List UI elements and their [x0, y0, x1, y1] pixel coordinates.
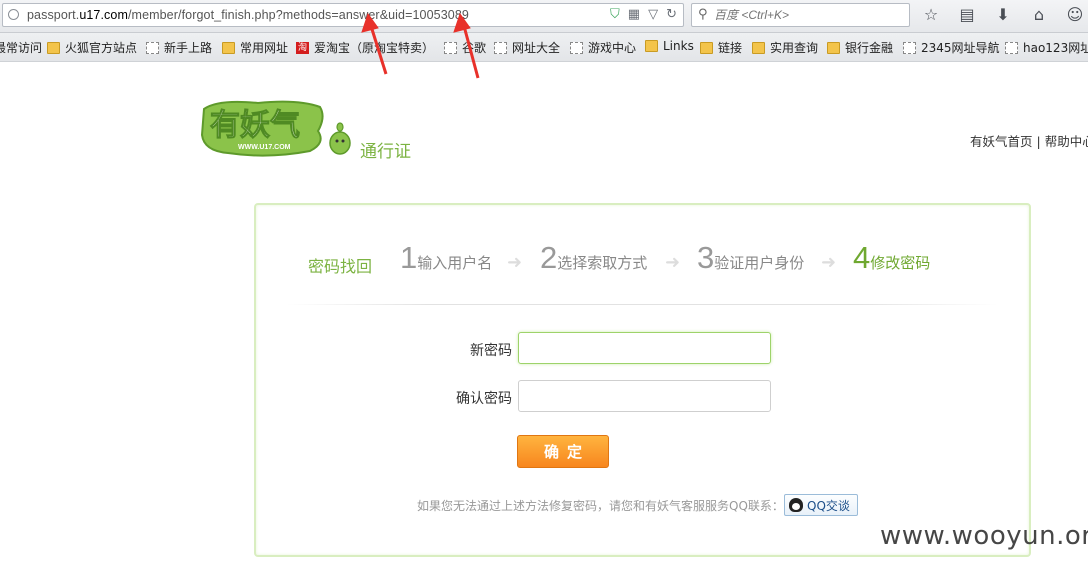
bookmark-item[interactable]: 常用网址 — [222, 39, 288, 56]
search-input[interactable] — [714, 7, 899, 23]
qrcode-icon[interactable]: ▦ — [628, 8, 640, 22]
link-separator: | — [1036, 134, 1041, 149]
folder-icon — [827, 41, 840, 54]
step-1: 1 输入用户名 — [400, 240, 493, 275]
chat-icon[interactable]: ☺ — [1064, 5, 1086, 25]
step-3: 3 验证用户身份 — [697, 240, 805, 275]
bookmark-item[interactable]: 新手上路 — [146, 39, 212, 56]
bookmark-item[interactable]: Links — [645, 39, 694, 53]
page-icon — [903, 41, 916, 54]
annotation-arrows-icon — [361, 12, 480, 79]
step-4: 4 修改密码 — [853, 240, 931, 275]
svg-text:有妖气: 有妖气 — [210, 108, 300, 143]
confirm-password-label: 确认密码 — [456, 391, 512, 407]
bookmark-item[interactable]: 银行金融 — [827, 39, 893, 56]
page-icon — [1005, 41, 1018, 54]
divider — [286, 304, 998, 305]
folder-icon — [222, 41, 235, 54]
help-text: 如果您无法通过上述方法修复密码，请您和有妖气客服服务QQ联系： — [417, 499, 784, 513]
logo-subtitle: 通行证 — [360, 142, 411, 162]
u17-logo: 有妖气 WWW.U17.COM — [200, 100, 351, 157]
watermark: www.wooyun.org — [880, 521, 1088, 551]
folder-icon — [752, 41, 765, 54]
dropdown-arrow-icon[interactable]: ▽ — [648, 8, 658, 22]
browser-toolbar: passport.u17.com/member/forgot_finish.ph… — [0, 0, 1088, 33]
step-title: 密码找回 — [308, 257, 373, 276]
bookmark-item[interactable]: 链接 — [700, 39, 742, 56]
confirm-button[interactable]: 确定 — [517, 435, 609, 468]
reload-icon[interactable]: ↻ — [666, 8, 677, 22]
qq-penguin-icon — [789, 498, 803, 512]
step-arrow-icon: ➜ — [665, 252, 681, 273]
qq-chat-button[interactable]: QQ交谈 — [784, 494, 858, 516]
step-2: 2 选择索取方式 — [540, 240, 648, 275]
folder-icon — [47, 41, 60, 54]
search-icon: ⚲ — [698, 7, 708, 22]
bookmarks-bar: 最常访问 火狐官方站点 新手上路 常用网址 淘爱淘宝（原淘宝特卖） 谷歌 网址大… — [0, 33, 1088, 62]
folder-icon — [645, 40, 658, 52]
step-arrow-icon: ➜ — [507, 252, 523, 273]
search-bar[interactable]: ⚲ — [691, 3, 910, 27]
bookmark-item[interactable]: 网址大全 — [494, 39, 560, 56]
bookmarks-menu-icon[interactable]: ▤ — [956, 5, 978, 25]
address-bar[interactable]: passport.u17.com/member/forgot_finish.ph… — [2, 3, 684, 27]
new-password-input[interactable] — [518, 332, 771, 364]
bookmark-item[interactable]: 最常访问 — [0, 39, 42, 56]
taobao-icon: 淘 — [296, 41, 309, 54]
confirm-password-input[interactable] — [518, 380, 771, 412]
header-links: 有妖气首页 | 帮助中心 — [970, 131, 1088, 150]
svg-text:WWW.U17.COM: WWW.U17.COM — [238, 144, 291, 151]
home-link[interactable]: 有妖气首页 — [970, 134, 1033, 149]
bookmark-star-icon[interactable]: ☆ — [920, 5, 942, 25]
bookmark-item[interactable]: 2345网址导航 — [903, 39, 1000, 56]
bookmark-item[interactable]: 实用查询 — [752, 39, 818, 56]
bookmark-item[interactable]: hao123网址 — [1005, 39, 1088, 56]
help-center-link[interactable]: 帮助中心 — [1045, 134, 1088, 149]
home-icon[interactable]: ⌂ — [1028, 5, 1050, 25]
shield-icon[interactable]: ⛉ — [610, 8, 620, 22]
page-icon — [570, 41, 583, 54]
mascot-icon — [329, 122, 351, 155]
bookmark-item[interactable]: 游戏中心 — [570, 39, 636, 56]
folder-icon — [700, 41, 713, 54]
bookmark-item[interactable]: 火狐官方站点 — [47, 39, 137, 56]
step-arrow-icon: ➜ — [821, 252, 837, 273]
globe-icon — [8, 9, 19, 20]
new-password-label: 新密码 — [470, 343, 512, 359]
page-icon — [146, 41, 159, 54]
download-icon[interactable]: ⬇ — [992, 5, 1014, 25]
